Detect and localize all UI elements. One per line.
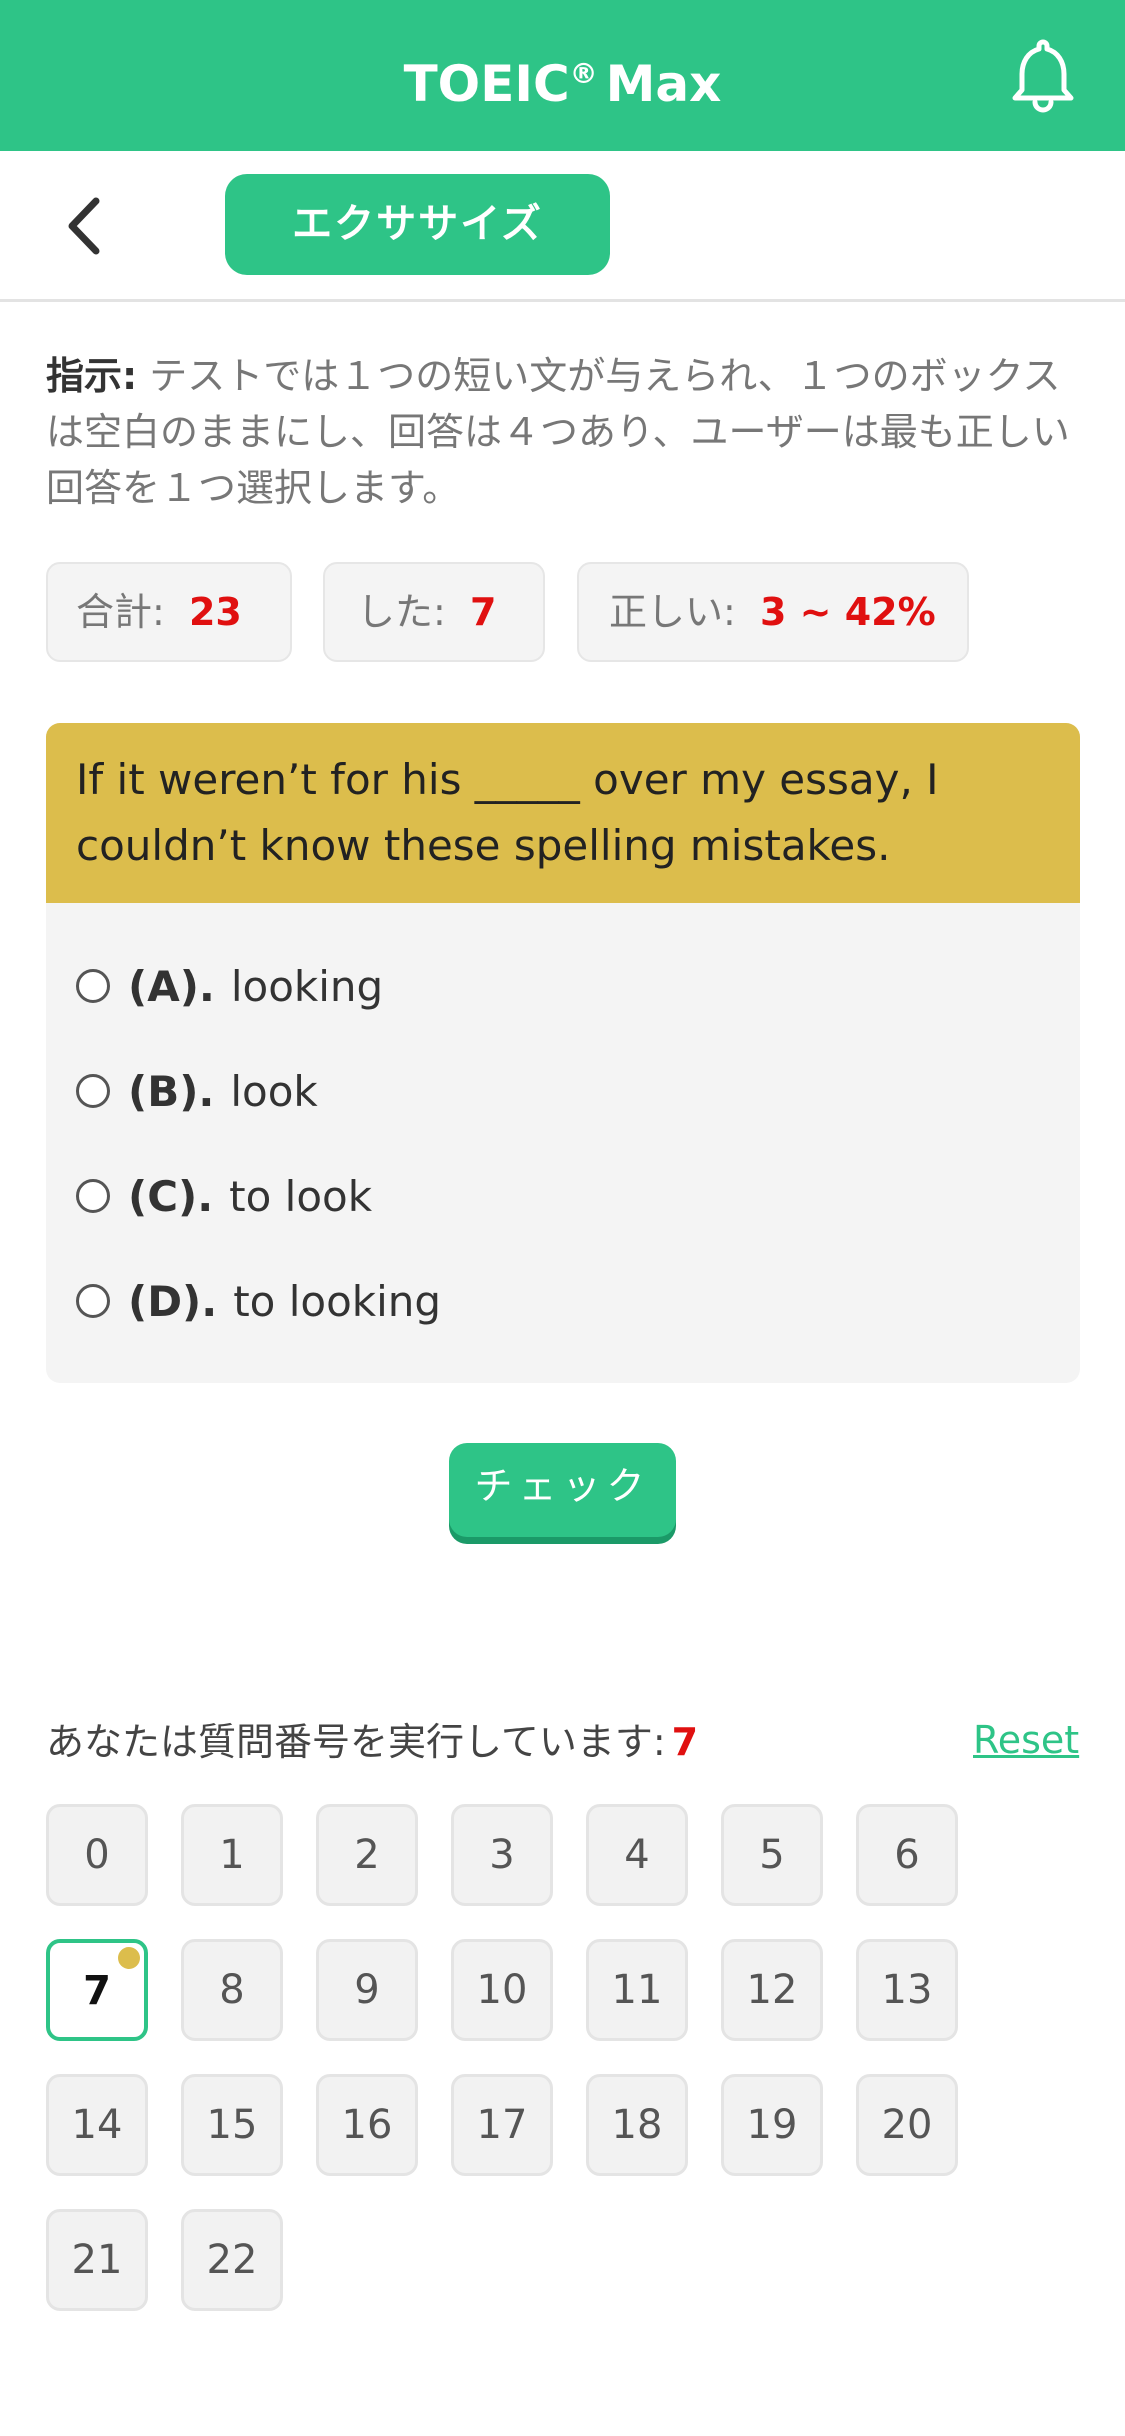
app-title-main: TOEIC [403, 55, 570, 113]
option-letter: (A). [128, 961, 215, 1011]
question-number-5[interactable]: 5 [721, 1804, 823, 1906]
question-number-13[interactable]: 13 [856, 1939, 958, 2041]
option-d[interactable]: (D). to looking [76, 1261, 441, 1341]
option-text: looking [230, 961, 384, 1011]
question-number-20[interactable]: 20 [856, 2074, 958, 2176]
question-number-grid: 0 1 2 3 4 5 6 7 8 9 10 11 12 13 14 15 16 17 18 19 20 21 22 [46, 1804, 1026, 2316]
question-number-22[interactable]: 22 [181, 2209, 283, 2311]
instructions-text: テストでは１つの短い文が与えられ、１つのボックスは空白のままにし、回答は４つあり… [46, 354, 1070, 510]
option-letter: (B). [128, 1066, 215, 1116]
app-title: TOEIC® Max [0, 38, 1125, 120]
chevron-left-icon[interactable] [58, 191, 118, 261]
stat-total-value: 23 [188, 590, 242, 634]
stat-correct: 正しい: 3 ~ 42% [577, 562, 969, 662]
running-label: あなたは質問番号を実行しています: [46, 1720, 666, 1764]
question-number-11[interactable]: 11 [586, 1939, 688, 2041]
radio-button[interactable] [76, 1074, 110, 1108]
registered-mark: ® [569, 57, 598, 90]
option-text: to looking [233, 1276, 442, 1326]
stat-done: した: 7 [323, 562, 545, 662]
running-question: あなたは質問番号を実行しています: 7 [46, 1712, 698, 1772]
bell-icon[interactable] [1008, 38, 1078, 114]
question-number-8[interactable]: 8 [181, 1939, 283, 2041]
question-number-18[interactable]: 18 [586, 2074, 688, 2176]
question-number-6[interactable]: 6 [856, 1804, 958, 1906]
question-number-12[interactable]: 12 [721, 1939, 823, 2041]
question-number-4[interactable]: 4 [586, 1804, 688, 1906]
question-number-16[interactable]: 16 [316, 2074, 418, 2176]
option-b[interactable]: (B). look [76, 1051, 318, 1131]
question-number-9[interactable]: 9 [316, 1939, 418, 2041]
stat-correct-label: 正しい: [609, 590, 736, 634]
question-card: If it weren’t for his _____ over my essa… [46, 723, 1080, 1383]
exercise-button[interactable]: エクササイズ [225, 174, 610, 275]
stat-total: 合計: 23 [46, 562, 292, 662]
stat-correct-value: 3 ~ 42% [759, 590, 936, 634]
radio-button[interactable] [76, 1284, 110, 1318]
question-number-14[interactable]: 14 [46, 2074, 148, 2176]
option-letter: (C). [128, 1171, 214, 1221]
check-button[interactable]: チェック [449, 1443, 676, 1537]
stat-done-value: 7 [469, 590, 497, 634]
app-header: TOEIC® Max [0, 0, 1125, 151]
option-a[interactable]: (A). looking [76, 946, 383, 1026]
option-letter: (D). [128, 1276, 218, 1326]
radio-button[interactable] [76, 969, 110, 1003]
question-number-1[interactable]: 1 [181, 1804, 283, 1906]
option-text: look [230, 1066, 318, 1116]
question-text: If it weren’t for his _____ over my essa… [46, 723, 1080, 903]
question-number-17[interactable]: 17 [451, 2074, 553, 2176]
option-text: to look [229, 1171, 373, 1221]
option-c[interactable]: (C). to look [76, 1156, 372, 1236]
question-number-15[interactable]: 15 [181, 2074, 283, 2176]
question-number-2[interactable]: 2 [316, 1804, 418, 1906]
instructions: 指示: テストでは１つの短い文が与えられ、１つのボックスは空白のままにし、回答は… [46, 348, 1081, 516]
question-number-21[interactable]: 21 [46, 2209, 148, 2311]
stat-done-label: した: [357, 590, 446, 634]
question-number-10[interactable]: 10 [451, 1939, 553, 2041]
radio-button[interactable] [76, 1179, 110, 1213]
app-title-tail: Max [605, 55, 722, 113]
instructions-lead: 指示: [46, 354, 138, 398]
question-number-3[interactable]: 3 [451, 1804, 553, 1906]
reset-link[interactable]: Reset [973, 1712, 1079, 1768]
stat-total-label: 合計: [76, 590, 165, 634]
current-marker-dot [118, 1947, 140, 1969]
sub-navigation: エクササイズ [0, 151, 1125, 302]
question-number-0[interactable]: 0 [46, 1804, 148, 1906]
question-number-7[interactable]: 7 [46, 1939, 148, 2041]
question-number-19[interactable]: 19 [721, 2074, 823, 2176]
running-number: 7 [671, 1720, 699, 1764]
